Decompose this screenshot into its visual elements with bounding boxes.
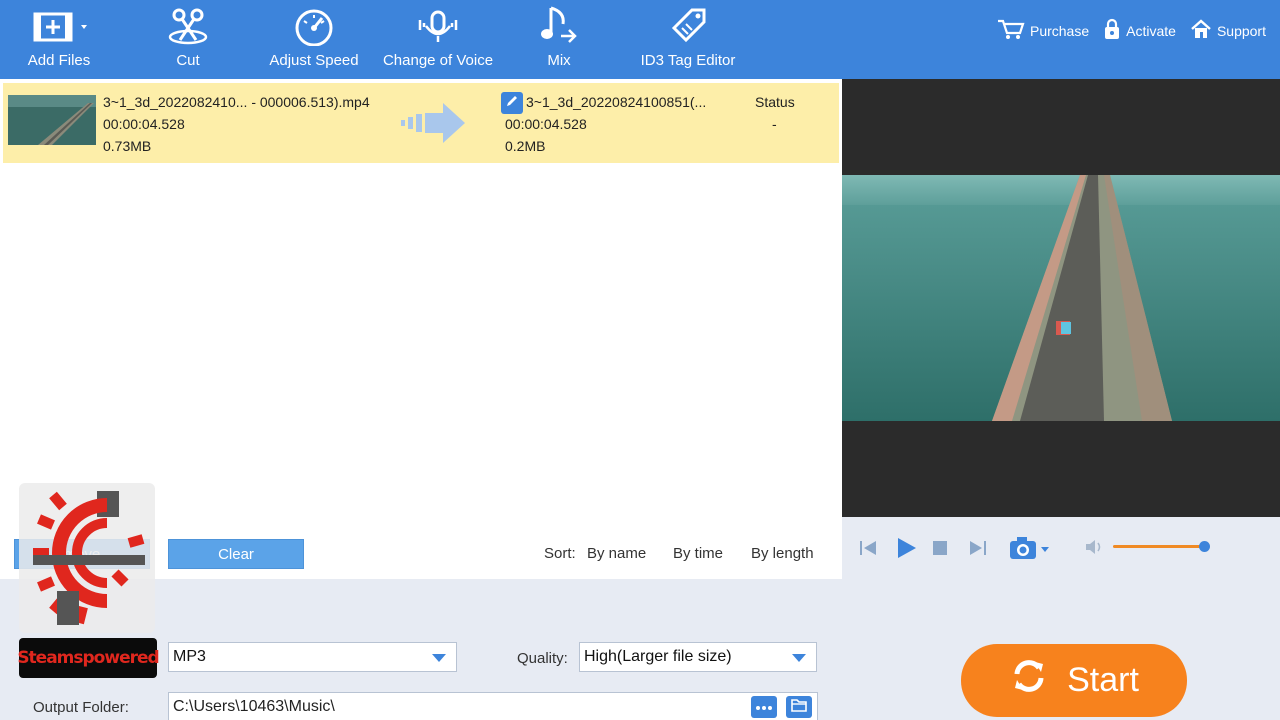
change-of-voice-label: Change of Voice (382, 52, 494, 69)
format-select[interactable]: MP3 (168, 642, 457, 672)
output-folder-value: C:\Users\10463\Music\ (173, 698, 335, 715)
sort-by-time[interactable]: By time (673, 545, 723, 562)
mix-label: Mix (547, 52, 571, 69)
watermark-logo: Steamspowered (17, 483, 160, 679)
status-value: - (772, 116, 777, 132)
folder-icon (791, 698, 807, 717)
change-of-voice-button[interactable]: Change of Voice (382, 0, 494, 79)
sort-by-length[interactable]: By length (751, 545, 814, 562)
more-icon (756, 698, 772, 716)
start-label: Start (1067, 661, 1139, 699)
clear-label: Clear (218, 545, 254, 563)
music-note-icon (537, 0, 581, 52)
clear-button[interactable]: Clear (168, 539, 304, 569)
refresh-icon (1009, 656, 1049, 705)
id3-tag-editor-button[interactable]: ID3 Tag Editor (638, 0, 738, 79)
file-row[interactable]: 3~1_3d_2022082410... - 000006.513).mp4 0… (3, 83, 839, 163)
sort-label: Sort: (544, 545, 576, 562)
status-label: Status (755, 94, 795, 110)
support-label: Support (1216, 22, 1266, 39)
preview-frame (842, 175, 1280, 421)
watermark-label: Steamspowered (17, 638, 160, 678)
cut-button[interactable]: Cut (158, 0, 218, 79)
video-thumbnail (8, 95, 96, 145)
chevron-down-icon (432, 654, 446, 662)
source-size: 0.73MB (103, 138, 152, 154)
speedometer-icon (292, 0, 336, 52)
mix-button[interactable]: Mix (534, 0, 584, 79)
activate-link[interactable]: Activate (1103, 18, 1176, 43)
previous-icon[interactable] (858, 538, 878, 563)
quality-label: Quality: (517, 650, 568, 667)
quality-value: High(Larger file size) (584, 648, 732, 665)
source-duration: 00:00:04.528 (103, 116, 185, 132)
add-files-label: Add Files (27, 52, 91, 69)
pencil-icon (505, 94, 519, 113)
quality-select[interactable]: High(Larger file size) (579, 642, 817, 672)
lock-icon (1103, 18, 1121, 43)
volume-slider-handle[interactable] (1198, 541, 1210, 552)
output-duration: 00:00:04.528 (505, 116, 587, 132)
purchase-link[interactable]: Purchase (997, 18, 1089, 43)
output-size: 0.2MB (505, 138, 546, 154)
adjust-speed-label: Adjust Speed (269, 52, 359, 69)
start-button[interactable]: Start (961, 644, 1187, 717)
stop-icon[interactable] (932, 540, 948, 561)
home-icon (1190, 18, 1212, 43)
support-link[interactable]: Support (1190, 18, 1266, 43)
output-folder-label: Output Folder: (33, 699, 129, 716)
snapshot-camera-icon[interactable] (1008, 535, 1052, 566)
adjust-speed-button[interactable]: Adjust Speed (268, 0, 360, 79)
cut-label: Cut (176, 52, 200, 69)
chevron-down-icon (792, 654, 806, 662)
volume-slider[interactable] (1113, 545, 1209, 548)
output-file-name: 3~1_3d_20220824100851(... (526, 94, 707, 110)
browse-folder-button[interactable] (751, 696, 777, 718)
watermark-gear-icon (19, 483, 155, 633)
top-links: Purchase Activate Support (997, 18, 1266, 43)
video-preview (842, 79, 1280, 517)
play-icon[interactable] (894, 536, 918, 565)
add-files-icon (27, 0, 91, 52)
microphone-icon (414, 0, 462, 52)
next-icon[interactable] (968, 538, 988, 563)
tag-icon (666, 0, 710, 52)
activate-label: Activate (1126, 22, 1176, 39)
controls-bar: move Clear Sort: By name By time By leng… (0, 526, 1280, 578)
id3-tag-editor-label: ID3 Tag Editor (640, 52, 736, 69)
purchase-label: Purchase (1029, 22, 1090, 39)
output-folder-input[interactable]: C:\Users\10463\Music\ (168, 692, 818, 720)
open-folder-button[interactable] (786, 696, 812, 718)
toolbar: Add Files Cut Adjust Speed Change of Voi… (0, 0, 1280, 79)
convert-arrow-icon (401, 103, 469, 148)
edit-output-name-button[interactable] (501, 92, 523, 114)
add-files-button[interactable]: Add Files (20, 0, 98, 79)
cart-icon (997, 18, 1025, 43)
volume-icon[interactable] (1084, 538, 1104, 561)
source-file-name: 3~1_3d_2022082410... - 000006.513).mp4 (103, 94, 370, 110)
scissors-icon (166, 0, 210, 52)
format-value: MP3 (173, 648, 206, 665)
sort-by-name[interactable]: By name (587, 545, 646, 562)
